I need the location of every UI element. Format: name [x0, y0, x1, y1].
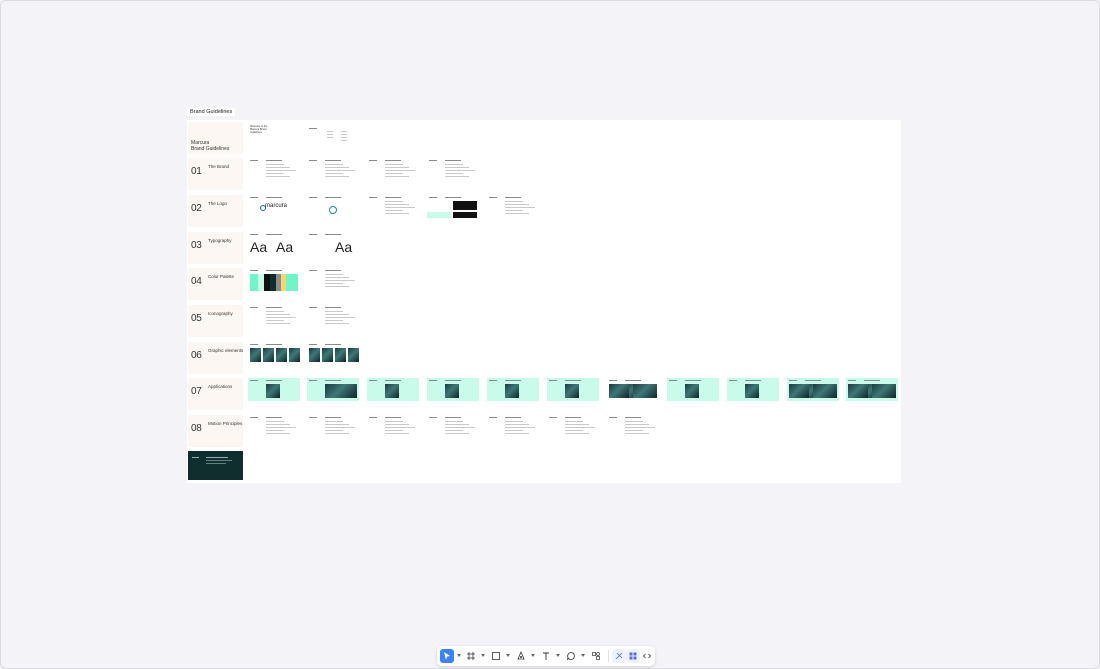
- section-2-slide-5[interactable]: [487, 195, 539, 218]
- section-5-slide-2[interactable]: [307, 305, 359, 328]
- bottom-toolbar: [437, 646, 655, 666]
- section-4-slide-1[interactable]: [248, 268, 300, 291]
- rectangle-tool-icon[interactable]: [489, 649, 503, 663]
- section-cover-5[interactable]: 05 Iconography: [188, 305, 243, 337]
- section-7-slide-8[interactable]: [667, 378, 719, 401]
- dev-mode-icon[interactable]: [626, 649, 640, 663]
- closing-slide[interactable]: [188, 451, 243, 480]
- section-3-slide-2[interactable]: Aa: [307, 232, 359, 255]
- section-1-slide-1[interactable]: [248, 158, 300, 181]
- move-tool-icon[interactable]: [440, 649, 454, 663]
- section-6-slide-2[interactable]: [307, 342, 359, 365]
- section-7-slide-11[interactable]: [846, 378, 898, 401]
- section-number: 01: [191, 166, 202, 177]
- section-8-slide-6[interactable]: [547, 415, 599, 438]
- section-title: The Brand: [208, 164, 230, 169]
- intro-slide[interactable]: Welcome to the Marcura Brand Guidelines: [248, 122, 300, 145]
- section-number: 04: [191, 276, 202, 287]
- pen-tool-icon[interactable]: [514, 649, 528, 663]
- comment-tool-icon[interactable]: [564, 649, 578, 663]
- actions-tool-icon[interactable]: [589, 649, 603, 663]
- section-8-slide-2[interactable]: [307, 415, 359, 438]
- section-1-slide-2[interactable]: [307, 158, 359, 181]
- section-7-slide-2[interactable]: [307, 378, 359, 401]
- section-number: 03: [191, 240, 202, 251]
- section-number: 06: [191, 350, 202, 361]
- chevron-down-icon[interactable]: [581, 654, 585, 657]
- section-cover-7[interactable]: 07 Applications: [188, 378, 243, 410]
- section-7-slide-3[interactable]: [367, 378, 419, 401]
- section-number: 08: [191, 423, 202, 434]
- section-8-slide-5[interactable]: [487, 415, 539, 438]
- section-2-slide-4[interactable]: [427, 195, 479, 218]
- code-mode-icon[interactable]: [640, 649, 654, 663]
- section-cover-6[interactable]: 06 Graphic elements: [188, 342, 243, 374]
- section-title: Color Palette: [208, 274, 235, 279]
- section-7-slide-4[interactable]: [427, 378, 479, 401]
- type-sample: Aa: [335, 239, 353, 255]
- section-7-slide-7[interactable]: [607, 378, 659, 401]
- section-title: Applications: [208, 384, 233, 389]
- brand-guidelines-frame[interactable]: Marcura Brand Guidelines Welcome to the …: [187, 120, 901, 483]
- section-cover-4[interactable]: 04 Color Palette: [188, 268, 243, 300]
- type-sample-alt: Aa: [276, 239, 294, 255]
- section-1-slide-3[interactable]: [367, 158, 419, 181]
- text-tool-icon[interactable]: [539, 649, 553, 663]
- section-2-slide-3[interactable]: [367, 195, 419, 218]
- design-canvas[interactable]: Brand Guidelines Marcura Brand Guideline…: [0, 0, 1100, 669]
- section-number: 07: [191, 386, 202, 397]
- section-7-slide-5[interactable]: [487, 378, 539, 401]
- frame-title[interactable]: Brand Guidelines: [187, 108, 236, 116]
- section-4-slide-2[interactable]: [307, 268, 359, 291]
- section-title: Iconography: [208, 311, 233, 316]
- section-8-slide-4[interactable]: [427, 415, 479, 438]
- chevron-down-icon[interactable]: [481, 654, 485, 657]
- frame-tool-icon[interactable]: [464, 649, 478, 663]
- section-8-slide-3[interactable]: [367, 415, 419, 438]
- section-7-slide-6[interactable]: [547, 378, 599, 401]
- chevron-down-icon[interactable]: [457, 654, 461, 657]
- section-cover-2[interactable]: 02 The Logo: [188, 195, 243, 227]
- section-3-slide-1[interactable]: Aa Aa: [248, 232, 300, 255]
- section-number: 05: [191, 313, 202, 324]
- section-cover-8[interactable]: 08 Motion Principles: [188, 415, 243, 447]
- logo-wordmark: marcura: [265, 203, 288, 209]
- section-1-slide-4[interactable]: [427, 158, 479, 181]
- section-title: Graphic elements: [208, 348, 244, 353]
- section-title: Typography: [208, 238, 232, 243]
- section-number: 02: [191, 203, 202, 214]
- type-sample: Aa: [250, 239, 268, 255]
- section-cover-1[interactable]: 01 The Brand: [188, 158, 243, 190]
- section-6-slide-1[interactable]: [248, 342, 300, 365]
- section-7-slide-9[interactable]: [727, 378, 779, 401]
- chevron-down-icon[interactable]: [506, 654, 510, 657]
- section-title: Motion Principles: [208, 421, 243, 426]
- intro-title-line2: Brand Guidelines: [191, 146, 230, 152]
- section-5-slide-1[interactable]: [248, 305, 300, 328]
- section-8-slide-7[interactable]: [607, 415, 659, 438]
- section-7-slide-10[interactable]: [787, 378, 839, 401]
- intro-contents-slide[interactable]: [307, 122, 359, 145]
- section-2-slide-1[interactable]: marcura: [248, 195, 300, 218]
- welcome-text: Welcome to the Marcura Brand Guidelines: [250, 125, 268, 134]
- section-title: The Logo: [208, 201, 228, 206]
- section-2-slide-2[interactable]: [307, 195, 359, 218]
- intro-cover[interactable]: Marcura Brand Guidelines: [188, 122, 243, 154]
- design-mode-icon[interactable]: [612, 649, 626, 663]
- chevron-down-icon[interactable]: [531, 654, 535, 657]
- section-8-slide-1[interactable]: [248, 415, 300, 438]
- section-cover-3[interactable]: 03 Typography: [188, 232, 243, 264]
- chevron-down-icon[interactable]: [556, 654, 560, 657]
- section-7-slide-1[interactable]: [248, 378, 300, 401]
